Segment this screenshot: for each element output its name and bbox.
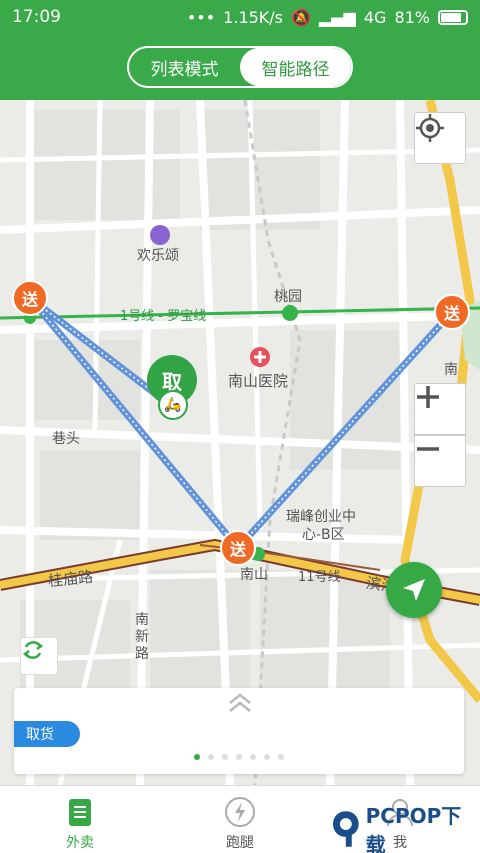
zoom-out-button[interactable] — [414, 435, 466, 487]
refresh-button[interactable] — [20, 637, 58, 675]
tab-errand[interactable]: 跑腿 — [160, 786, 320, 853]
poi-huanlesong: 欢乐颂 — [137, 248, 179, 264]
page-dot — [264, 754, 270, 760]
chevron-up-icon[interactable] — [226, 692, 254, 714]
zoom-in-button[interactable] — [414, 383, 466, 435]
page-dot — [250, 754, 256, 760]
watermark-text: PCPOP下载 — [365, 804, 462, 853]
scooter-icon: 🛵 — [158, 390, 188, 420]
status-bar: 17:09 ••• 1.15K/s 🔕 ▂▄▆ 4G 81% — [0, 0, 480, 34]
mode-switch: 列表模式 智能路径 — [127, 46, 353, 88]
watermark: PCPOP下载 — [330, 800, 480, 853]
poi-ruifeng-2: 心-B区 — [302, 527, 345, 543]
station-nanshan: 南山 — [240, 567, 268, 583]
page-dot — [222, 754, 228, 760]
signal-icon: ▂▄▆ — [318, 7, 356, 27]
delivery-marker-2[interactable]: 送 — [434, 294, 470, 330]
page-indicator — [194, 754, 284, 760]
metro-line-11-label: 11号线 — [298, 570, 341, 585]
mute-icon: 🔕 — [291, 7, 311, 27]
navigation-arrow-icon — [403, 579, 425, 601]
page-dot — [194, 754, 200, 760]
crosshair-icon — [416, 114, 444, 142]
refresh-icon — [22, 641, 44, 659]
delivery-marker-3[interactable]: 送 — [220, 530, 256, 566]
tab-takeout-label: 外卖 — [66, 835, 94, 851]
poi-nanshan-hospital: 南山医院 — [228, 372, 289, 390]
status-time: 17:09 — [12, 7, 61, 27]
navigate-button[interactable] — [386, 562, 442, 618]
page-dot — [278, 754, 284, 760]
top-bar: 列表模式 智能路径 — [0, 34, 480, 100]
network-type: 4G — [363, 7, 387, 27]
more-icon: ••• — [186, 7, 216, 27]
tab-list-mode[interactable]: 列表模式 — [129, 48, 240, 86]
page-dot — [208, 754, 214, 760]
locate-button[interactable] — [414, 112, 466, 164]
poi-ruifeng: 瑞峰创业中 — [286, 509, 356, 525]
order-card[interactable]: 取货 — [14, 688, 464, 774]
tab-smart-route[interactable]: 智能路径 — [240, 48, 351, 86]
battery-level: 81% — [394, 7, 430, 27]
pickup-tag: 取货 — [14, 721, 80, 747]
plus-icon — [417, 386, 439, 408]
delivery-marker-1[interactable]: 送 — [12, 280, 48, 316]
road-nanxin: 南新路 — [135, 612, 149, 662]
tab-takeout[interactable]: 外卖 — [0, 786, 160, 853]
metro-line-1-label: 1号线 - 罗宝线 — [120, 309, 207, 324]
clipboard-icon — [69, 799, 91, 826]
page-dot — [236, 754, 242, 760]
battery-icon — [438, 9, 468, 25]
minus-icon — [417, 447, 439, 451]
tab-errand-label: 跑腿 — [226, 835, 254, 851]
lightning-icon — [225, 797, 255, 827]
net-speed: 1.15K/s — [223, 7, 284, 27]
map-view[interactable]: 欢乐颂 桃园 1号线 - 罗宝线 南山医院 巷头 瑞峰创业中 心-B区 南山 1… — [0, 100, 480, 785]
poi-taoyuan: 桃园 — [274, 289, 302, 305]
road-nan: 南 — [444, 362, 458, 378]
pcpop-logo-icon — [332, 811, 359, 847]
road-xiangtou: 巷头 — [52, 431, 80, 447]
